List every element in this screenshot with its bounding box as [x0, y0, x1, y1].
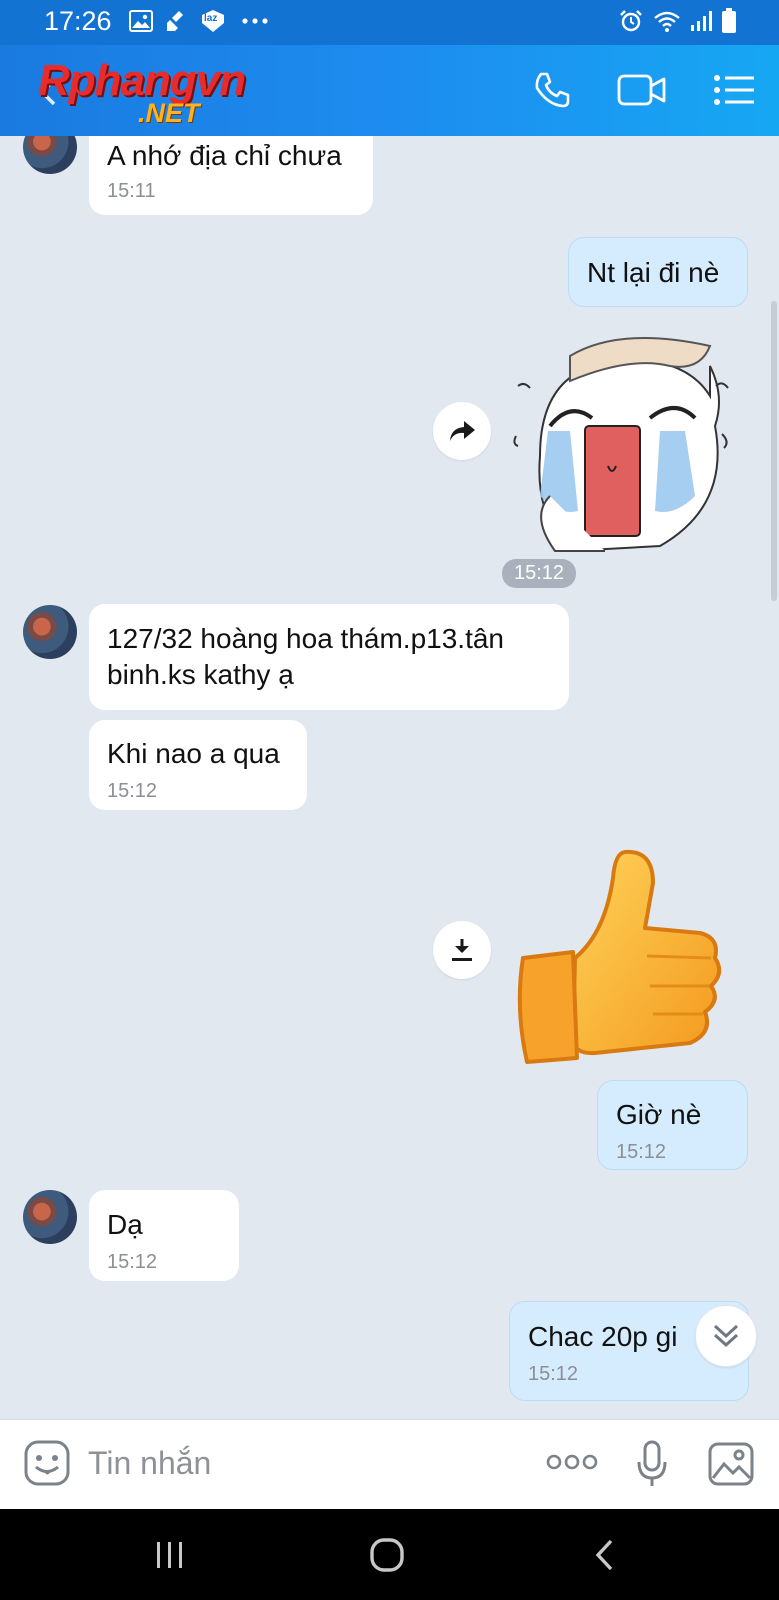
- more-dots-icon: [240, 8, 270, 34]
- incoming-message-bubble[interactable]: A nhớ địa chỉ chưa 15:11: [89, 136, 373, 215]
- emoji-sticker-icon[interactable]: [24, 1440, 70, 1486]
- recent-apps-icon[interactable]: [140, 1530, 200, 1580]
- incoming-message-bubble[interactable]: Khi nao a qua 15:12: [89, 720, 307, 810]
- message-time: 15:12: [528, 1363, 579, 1385]
- clean-icon: [164, 8, 190, 34]
- battery-icon: [716, 8, 742, 34]
- incoming-message-bubble[interactable]: Dạ 15:12: [89, 1190, 239, 1281]
- outgoing-message-bubble[interactable]: Giờ nè 15:12: [597, 1080, 748, 1170]
- download-button[interactable]: [433, 921, 491, 979]
- message-time: 15:12: [107, 780, 158, 802]
- alarm-icon: [618, 8, 644, 34]
- thumbs-up-sticker[interactable]: [515, 848, 730, 1073]
- message-list[interactable]: A nhớ địa chỉ chưa 15:11 Nt lại đi nè 15…: [0, 136, 779, 1419]
- back-nav-icon[interactable]: [575, 1530, 635, 1580]
- menu-list-icon[interactable]: [704, 62, 764, 118]
- crying-face-sticker[interactable]: [510, 326, 750, 556]
- scroll-to-bottom-button[interactable]: [695, 1305, 757, 1367]
- status-bar: 17:26 laz: [0, 0, 779, 45]
- contact-avatar[interactable]: [23, 136, 77, 174]
- message-text: Giờ nè: [616, 1099, 702, 1130]
- contact-avatar[interactable]: [23, 1190, 77, 1244]
- status-time: 17:26: [44, 6, 112, 36]
- contact-avatar[interactable]: [23, 605, 77, 659]
- timestamp-pill: 15:12: [502, 559, 577, 588]
- lazada-icon: laz: [198, 8, 228, 34]
- message-text: Khi nao a qua: [107, 738, 280, 769]
- signal-icon: [688, 8, 714, 34]
- logo-sub-text: .NET: [138, 98, 200, 128]
- forward-button[interactable]: [433, 402, 491, 460]
- watermark-logo: Rphangvn .NET: [38, 56, 283, 131]
- message-text: Chac 20p gi: [528, 1321, 678, 1352]
- message-time: 15:11: [107, 180, 156, 202]
- video-call-icon[interactable]: [612, 62, 672, 118]
- more-options-icon[interactable]: [546, 1452, 598, 1472]
- microphone-icon[interactable]: [636, 1440, 668, 1488]
- image-gallery-icon[interactable]: [708, 1442, 754, 1486]
- message-text: A nhớ địa chỉ chưa: [107, 140, 342, 171]
- message-input[interactable]: Tin nhắn: [88, 1445, 211, 1482]
- phone-icon[interactable]: [522, 62, 582, 118]
- message-text: 127/32 hoàng hoa thám.p13.tân binh.ks ka…: [107, 623, 505, 690]
- incoming-message-bubble[interactable]: 127/32 hoàng hoa thám.p13.tân binh.ks ka…: [89, 604, 569, 710]
- wifi-icon: [652, 8, 682, 34]
- lazada-label: laz: [204, 13, 218, 24]
- message-time: 15:12: [107, 1251, 158, 1273]
- gallery-icon: [128, 8, 154, 34]
- scrollbar[interactable]: [771, 301, 777, 601]
- message-text: Nt lại đi nè: [587, 257, 720, 288]
- message-time: 15:12: [616, 1141, 667, 1163]
- outgoing-message-bubble[interactable]: Nt lại đi nè: [568, 237, 748, 307]
- home-icon[interactable]: [357, 1530, 417, 1580]
- message-text: Dạ: [107, 1209, 143, 1240]
